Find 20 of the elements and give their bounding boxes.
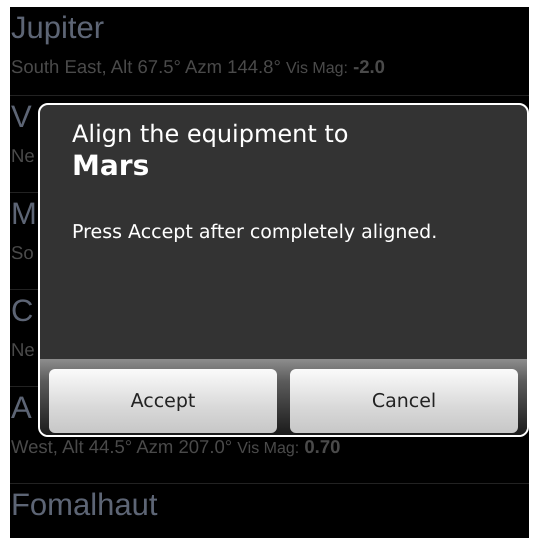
star-name: Jupiter — [11, 9, 104, 47]
position-text: South East, Alt 67.5° Azm 144.8° — [11, 55, 281, 79]
dialog-message: Press Accept after completely aligned. — [72, 221, 438, 243]
position-text: Ne — [11, 144, 35, 168]
star-name: V — [11, 98, 32, 136]
magnitude-value: -2.0 — [353, 55, 385, 79]
target-name: Mars — [72, 149, 150, 183]
position-text: So — [11, 241, 34, 265]
star-name: C — [11, 292, 34, 330]
magnitude-label: Vis Mag: — [286, 59, 348, 79]
magnitude-label: Vis Mag: — [237, 439, 300, 459]
position-text: Ne — [11, 338, 35, 362]
star-name: A — [11, 389, 32, 427]
dialog-title: Align the equipment to — [72, 119, 348, 149]
star-name: M — [11, 195, 37, 233]
magnitude-value: 0.70 — [304, 435, 340, 459]
star-name: Fomalhaut — [11, 486, 158, 524]
cancel-button[interactable]: Cancel — [290, 369, 518, 433]
accept-button[interactable]: Accept — [49, 369, 277, 433]
position-text: West, Alt 44.5° Azm 207.0° — [11, 435, 232, 459]
